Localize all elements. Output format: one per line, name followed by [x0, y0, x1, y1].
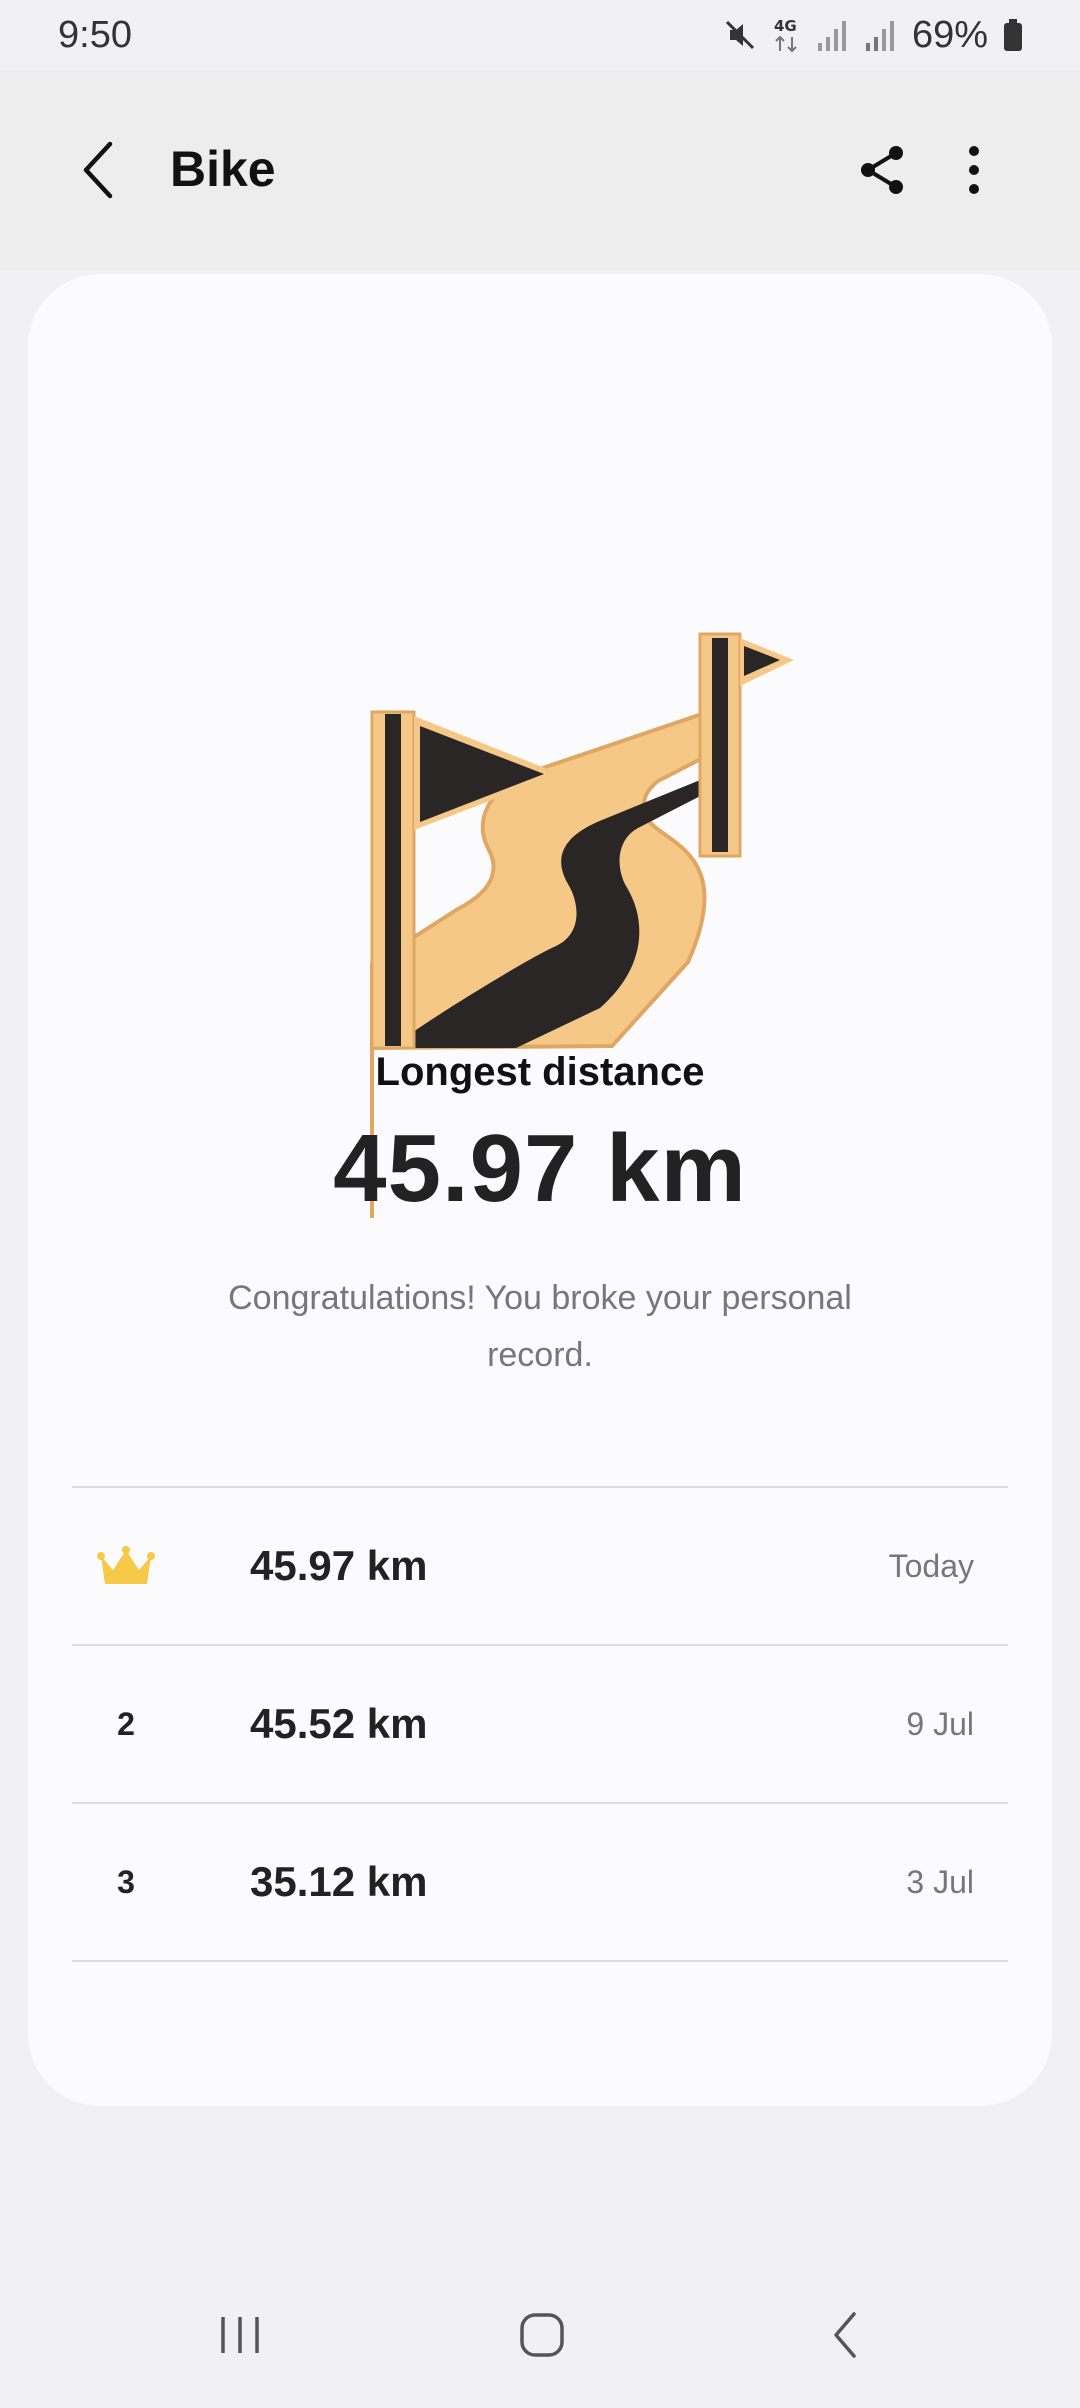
app-bar: Bike [0, 70, 1080, 270]
signal-icon [817, 21, 846, 51]
battery-icon [1004, 19, 1022, 51]
record-distance: 45.52 km [250, 1700, 428, 1747]
records-list: 45.97 km Today 2 45.52 km 9 Jul 3 35.12 … [72, 1486, 1008, 1962]
network-4g-icon: 4G [774, 17, 797, 53]
recent-apps-icon [221, 2317, 259, 2353]
status-bar: 9:50 4G 69% [0, 0, 1080, 70]
back-button[interactable] [62, 132, 138, 208]
record-card: Longest distance 45.97 km Congratulation… [28, 274, 1052, 2106]
status-icons: 4G 69% [722, 14, 1024, 57]
crown-icon [97, 1546, 155, 1584]
rank-number: 2 [117, 1705, 135, 1742]
share-button[interactable] [848, 132, 918, 208]
rank-badge [72, 1488, 180, 1644]
rank-number: 3 [117, 1863, 135, 1900]
more-vertical-icon [969, 146, 979, 194]
record-date: Today [888, 1547, 974, 1584]
record-date: 3 Jul [906, 1863, 974, 1900]
share-icon [861, 146, 903, 194]
svg-text:4G: 4G [774, 17, 797, 35]
back-arrow-icon [83, 141, 113, 199]
more-options-button[interactable] [944, 132, 1004, 208]
recent-apps-button[interactable] [180, 2290, 300, 2380]
record-row-2[interactable]: 2 45.52 km 9 Jul [72, 1646, 1008, 1804]
back-icon [834, 2312, 856, 2358]
system-nav-bar [0, 2260, 1080, 2408]
record-date: 9 Jul [906, 1705, 974, 1742]
record-label: Longest distance [375, 1050, 705, 1094]
record-value: 45.97 km [333, 1115, 747, 1222]
battery-percent: 69% [911, 13, 988, 56]
page-title: Bike [170, 141, 276, 197]
mute-icon [725, 20, 754, 50]
record-distance: 45.97 km [250, 1542, 428, 1589]
signal-icon [865, 21, 894, 51]
nav-back-button[interactable] [786, 2290, 906, 2380]
record-distance: 35.12 km [250, 1858, 428, 1905]
status-time: 9:50 [58, 13, 132, 56]
home-button[interactable] [482, 2290, 602, 2380]
home-icon [520, 2313, 564, 2357]
congratulations-message: Congratulations! You broke your personal… [228, 1279, 852, 1374]
record-row-1[interactable]: 45.97 km Today [72, 1488, 1008, 1646]
record-row-3[interactable]: 3 35.12 km 3 Jul [72, 1804, 1008, 1962]
